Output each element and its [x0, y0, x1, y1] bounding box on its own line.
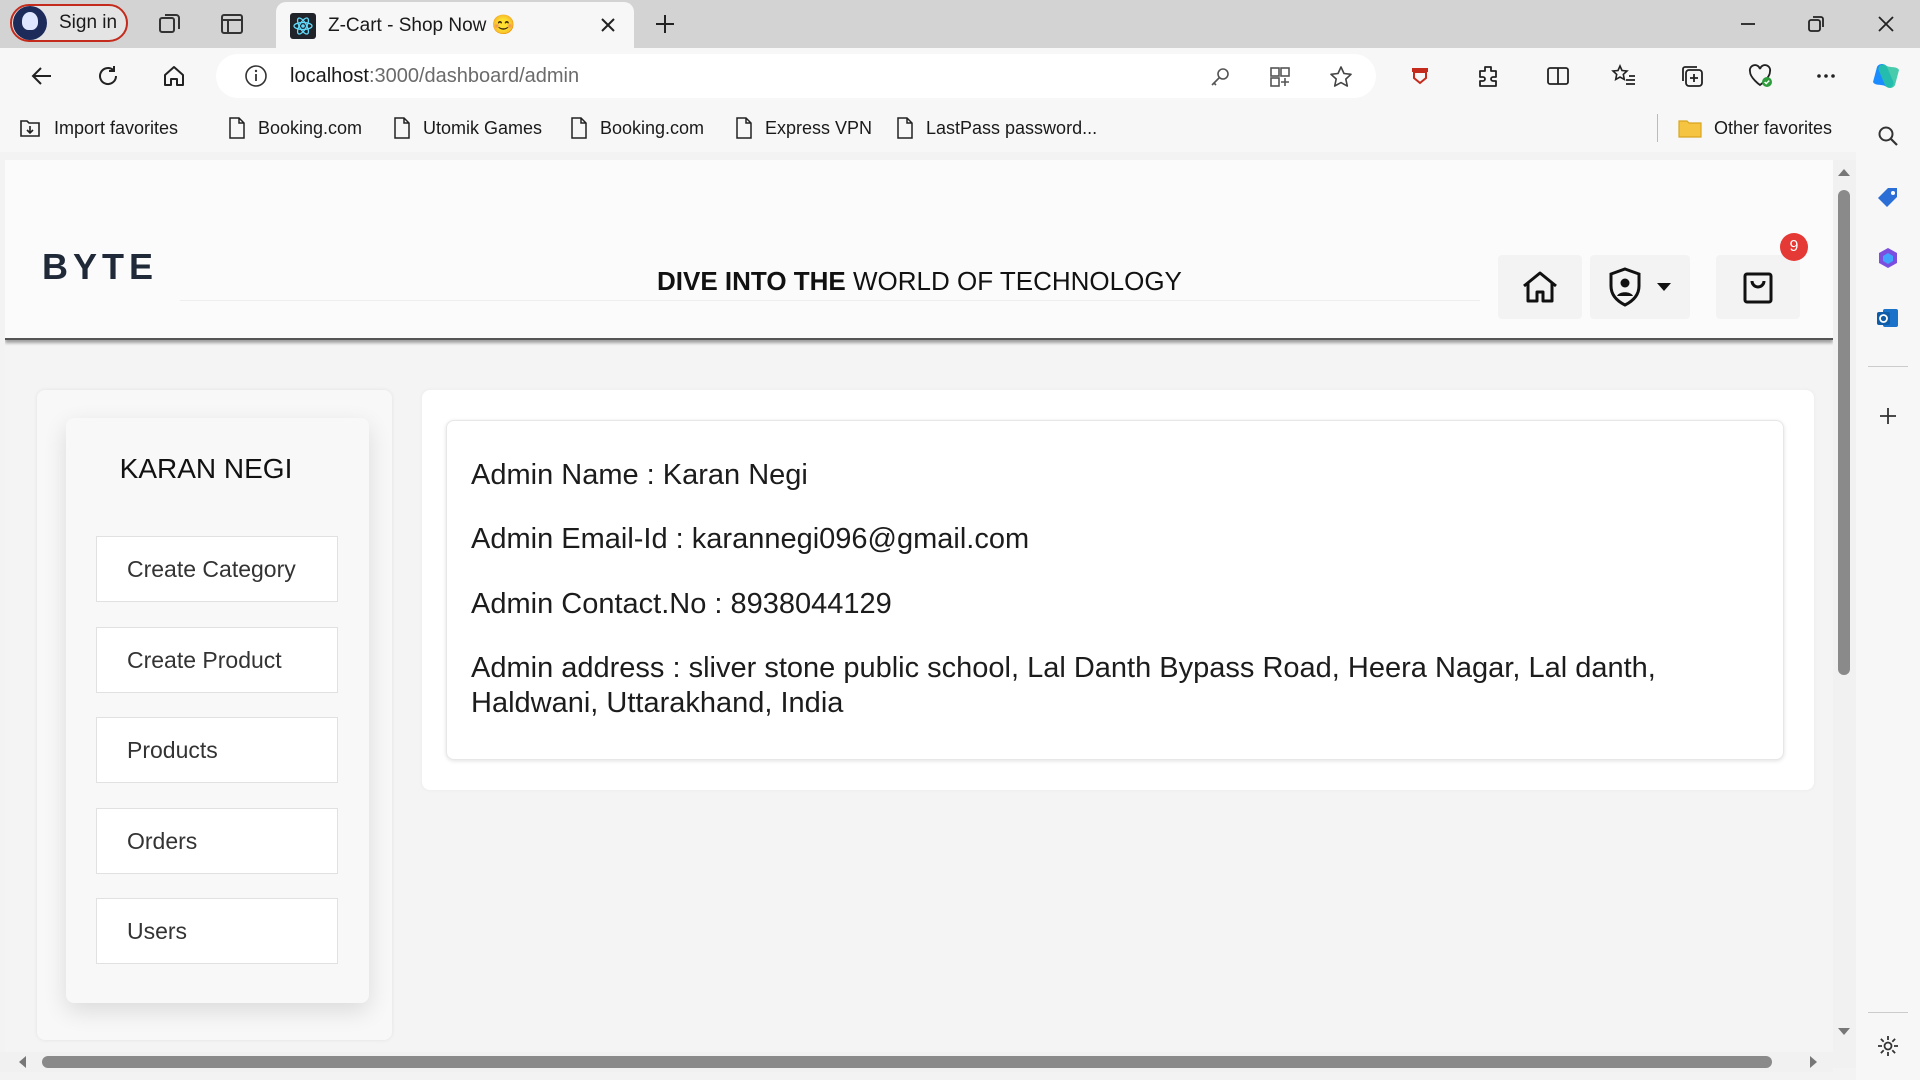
page-icon — [896, 117, 914, 139]
shopping-bag-icon — [1742, 269, 1774, 305]
copilot-icon[interactable] — [1866, 56, 1906, 96]
new-tab-icon[interactable] — [645, 4, 685, 44]
favorite-label: Booking.com — [258, 117, 363, 138]
extensions-icon[interactable] — [1468, 56, 1508, 96]
close-window-icon[interactable] — [1866, 4, 1906, 44]
address-bar[interactable]: localhost:3000/dashboard/admin — [216, 54, 1376, 98]
admin-info-card: Admin Name : Karan Negi Admin Email-Id :… — [422, 390, 1814, 790]
products-link[interactable]: Products — [96, 717, 338, 783]
admin-menu-panel: KARAN NEGI Create Category Create Produc… — [66, 418, 369, 1003]
account-dropdown-button[interactable] — [1590, 255, 1690, 319]
favorites-list-icon[interactable] — [1604, 56, 1644, 96]
brand-logo[interactable]: BYTE — [42, 246, 158, 288]
m365-icon[interactable] — [1868, 238, 1908, 278]
favorite-label: Utomik Games — [423, 117, 543, 138]
sidebar-settings-icon[interactable] — [1868, 1026, 1908, 1066]
favorite-import[interactable]: Import favorites — [18, 114, 178, 142]
admin-contact-text: Admin Contact.No : 8938044129 — [471, 588, 892, 620]
favorite-label: Import favorites — [54, 117, 179, 138]
scroll-left-arrow-icon[interactable] — [16, 1054, 28, 1070]
sidebar-divider — [1868, 366, 1908, 367]
split-screen-icon[interactable] — [1538, 56, 1578, 96]
browser-tab-active[interactable]: Z-Cart - Shop Now 😊 — [276, 2, 634, 48]
scroll-down-arrow-icon[interactable] — [1836, 1026, 1852, 1038]
other-favorites-label: Other favorites — [1714, 117, 1833, 138]
url-host: localhost — [290, 65, 369, 87]
web-page: BYTE DIVE INTO THE WORLD OF TECHNOLOGY 9… — [5, 160, 1833, 1068]
apps-grid-icon[interactable] — [1268, 65, 1292, 89]
favorite-lastpass[interactable]: LastPass password... — [896, 114, 1097, 142]
admin-menu-card: KARAN NEGI Create Category Create Produc… — [37, 390, 392, 1040]
admin-menu-username: KARAN NEGI — [119, 453, 293, 484]
tab-title: Z-Cart - Shop Now 😊 — [328, 15, 516, 36]
tagline-bold: DIVE INTO THE — [657, 266, 846, 296]
favorite-label: Booking.com — [600, 117, 705, 138]
close-tab-icon[interactable] — [598, 15, 618, 35]
back-icon[interactable] — [22, 56, 62, 96]
tab-actions-icon[interactable] — [212, 4, 252, 44]
users-link[interactable]: Users — [96, 898, 338, 964]
home-browser-icon[interactable] — [154, 56, 194, 96]
shield-extension-icon[interactable] — [1400, 56, 1440, 96]
header-divider — [180, 300, 1480, 301]
admin-address-text: Admin address : sliver stone public scho… — [471, 652, 1656, 719]
home-icon — [1520, 269, 1560, 305]
outlook-icon[interactable] — [1868, 298, 1908, 338]
workspaces-icon[interactable] — [150, 4, 190, 44]
page-icon — [570, 117, 588, 139]
cart-count-badge: 9 — [1780, 233, 1808, 261]
more-options-icon[interactable] — [1806, 56, 1846, 96]
page-icon — [735, 117, 753, 139]
admin-email-text: Admin Email-Id : karannegi096@gmail.com — [471, 523, 1030, 555]
sidebar-add-icon[interactable] — [1868, 396, 1908, 436]
password-key-icon[interactable] — [1208, 65, 1232, 89]
page-icon — [393, 117, 411, 139]
tagline-rest: WORLD OF TECHNOLOGY — [845, 266, 1182, 296]
page-icon — [228, 117, 246, 139]
profile-signin-button[interactable]: Sign in — [10, 4, 128, 42]
orders-link[interactable]: Orders — [96, 808, 338, 874]
site-header: BYTE DIVE INTO THE WORLD OF TECHNOLOGY 9 — [5, 160, 1833, 340]
favorite-label: LastPass password... — [926, 117, 1098, 138]
favorite-expressvpn[interactable]: Express VPN — [735, 114, 872, 142]
minimize-window-icon[interactable] — [1728, 4, 1768, 44]
create-category-link[interactable]: Create Category — [96, 536, 338, 602]
url-text: localhost:3000/dashboard/admin — [290, 65, 579, 88]
favorite-booking-1[interactable]: Booking.com — [228, 114, 362, 142]
favorite-star-icon[interactable] — [1328, 64, 1354, 90]
horizontal-scroll-thumb[interactable] — [42, 1056, 1772, 1068]
admin-name-text: Admin Name : Karan Negi — [471, 459, 808, 491]
url-path: :3000/dashboard/admin — [368, 65, 580, 87]
favorite-booking-2[interactable]: Booking.com — [570, 114, 704, 142]
caret-down-icon — [1656, 282, 1672, 292]
import-icon — [18, 117, 42, 139]
collections-icon[interactable] — [1672, 56, 1712, 96]
cart-button[interactable] — [1716, 255, 1800, 319]
browser-essentials-icon[interactable] — [1740, 56, 1780, 96]
favorite-label: Express VPN — [765, 117, 873, 138]
home-nav-button[interactable] — [1498, 255, 1582, 319]
folder-icon — [1678, 118, 1702, 138]
sidebar-search-icon[interactable] — [1868, 116, 1908, 156]
scroll-up-arrow-icon[interactable] — [1836, 166, 1852, 178]
signin-label: Sign in — [59, 12, 118, 33]
sidebar-divider — [1868, 1012, 1908, 1013]
scroll-right-arrow-icon[interactable] — [1808, 1054, 1820, 1070]
header-tagline: DIVE INTO THE WORLD OF TECHNOLOGY — [657, 266, 1182, 297]
vertical-scroll-thumb[interactable] — [1838, 190, 1850, 675]
admin-info-panel: Admin Name : Karan Negi Admin Email-Id :… — [446, 420, 1784, 760]
other-favorites-folder[interactable]: Other favorites — [1678, 114, 1832, 142]
favorites-divider — [1657, 114, 1658, 142]
react-favicon-icon — [290, 13, 316, 39]
refresh-icon[interactable] — [88, 56, 128, 96]
restore-window-icon[interactable] — [1796, 4, 1836, 44]
profile-avatar — [13, 6, 47, 40]
favorite-utomik[interactable]: Utomik Games — [393, 114, 542, 142]
shopping-tag-icon[interactable] — [1868, 178, 1908, 218]
site-info-icon[interactable] — [244, 64, 268, 88]
create-product-link[interactable]: Create Product — [96, 627, 338, 693]
user-shield-icon — [1608, 267, 1642, 307]
